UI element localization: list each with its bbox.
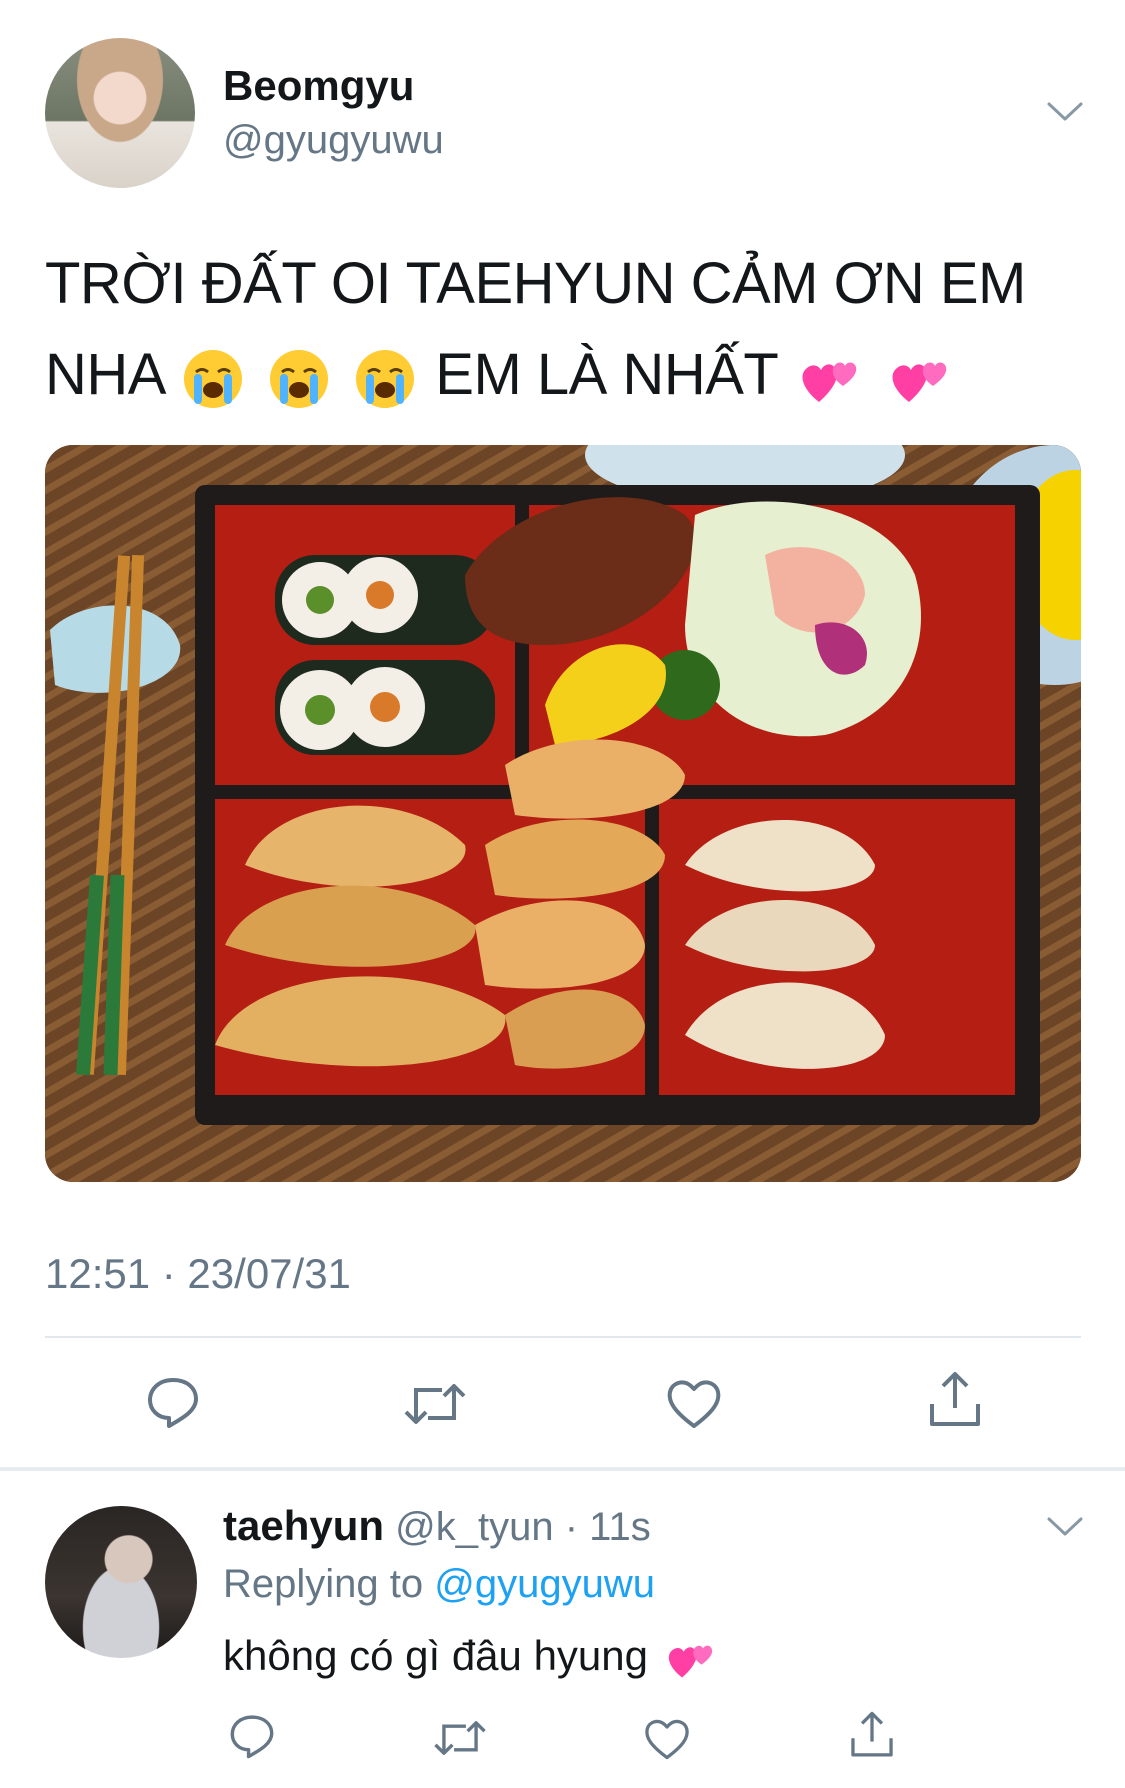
- chevron-down-icon[interactable]: [1045, 1515, 1085, 1539]
- replying-prefix: Replying to: [223, 1562, 424, 1606]
- reply-text-content: không có gì đâu hyung: [223, 1632, 649, 1679]
- tweet-timestamp[interactable]: 12:51 · 23/07/31: [45, 1250, 351, 1298]
- reply-time: · 11s: [564, 1505, 651, 1549]
- loudly-crying-face-icon: [268, 348, 330, 410]
- reply-header: taehyun @k_tyun · 11s: [223, 1502, 651, 1550]
- retweet-icon[interactable]: [432, 1716, 488, 1760]
- loudly-crying-face-icon: [354, 348, 416, 410]
- two-hearts-icon: [664, 1634, 718, 1684]
- tweet-text-nha: NHA: [45, 342, 163, 407]
- section-divider: [0, 1467, 1125, 1471]
- two-hearts-icon: [887, 348, 953, 410]
- author-display-name[interactable]: Beomgyu: [223, 62, 414, 110]
- reply-author-avatar[interactable]: [45, 1506, 197, 1658]
- retweet-icon[interactable]: [402, 1378, 468, 1430]
- tweet-text-em-la-nhat: EM LÀ NHẤT: [435, 342, 778, 407]
- replying-to: Replying to @gyugyuwu: [223, 1562, 655, 1607]
- bento-box-photo-icon: [45, 445, 1081, 1182]
- loudly-crying-face-icon: [182, 348, 244, 410]
- share-icon[interactable]: [926, 1370, 984, 1430]
- share-icon[interactable]: [848, 1710, 896, 1760]
- tweet-media-photo[interactable]: [45, 445, 1081, 1182]
- divider: [45, 1336, 1081, 1338]
- tweet-text-line-1: TRỜI ĐẤT OI TAEHYUN CẢM ƠN EM: [45, 251, 1026, 316]
- author-handle[interactable]: @gyugyuwu: [223, 118, 444, 163]
- tweet-text-line-2: NHA EM LÀ NHẤT: [45, 329, 1075, 420]
- author-avatar[interactable]: [45, 38, 195, 188]
- reply-text: không có gì đâu hyung: [223, 1632, 722, 1684]
- two-hearts-icon: [797, 348, 863, 410]
- like-icon[interactable]: [643, 1716, 691, 1761]
- like-icon[interactable]: [665, 1376, 723, 1430]
- replying-to-handle-link[interactable]: @gyugyuwu: [434, 1562, 655, 1606]
- reply-icon[interactable]: [145, 1374, 201, 1430]
- reply-author-display-name[interactable]: taehyun: [223, 1502, 384, 1549]
- reply-icon[interactable]: [228, 1712, 276, 1760]
- reply-author-handle[interactable]: @k_tyun: [395, 1505, 553, 1549]
- chevron-down-icon[interactable]: [1045, 100, 1085, 124]
- tweet-text: TRỜI ĐẤT OI TAEHYUN CẢM ƠN EM NHA EM LÀ …: [45, 238, 1075, 420]
